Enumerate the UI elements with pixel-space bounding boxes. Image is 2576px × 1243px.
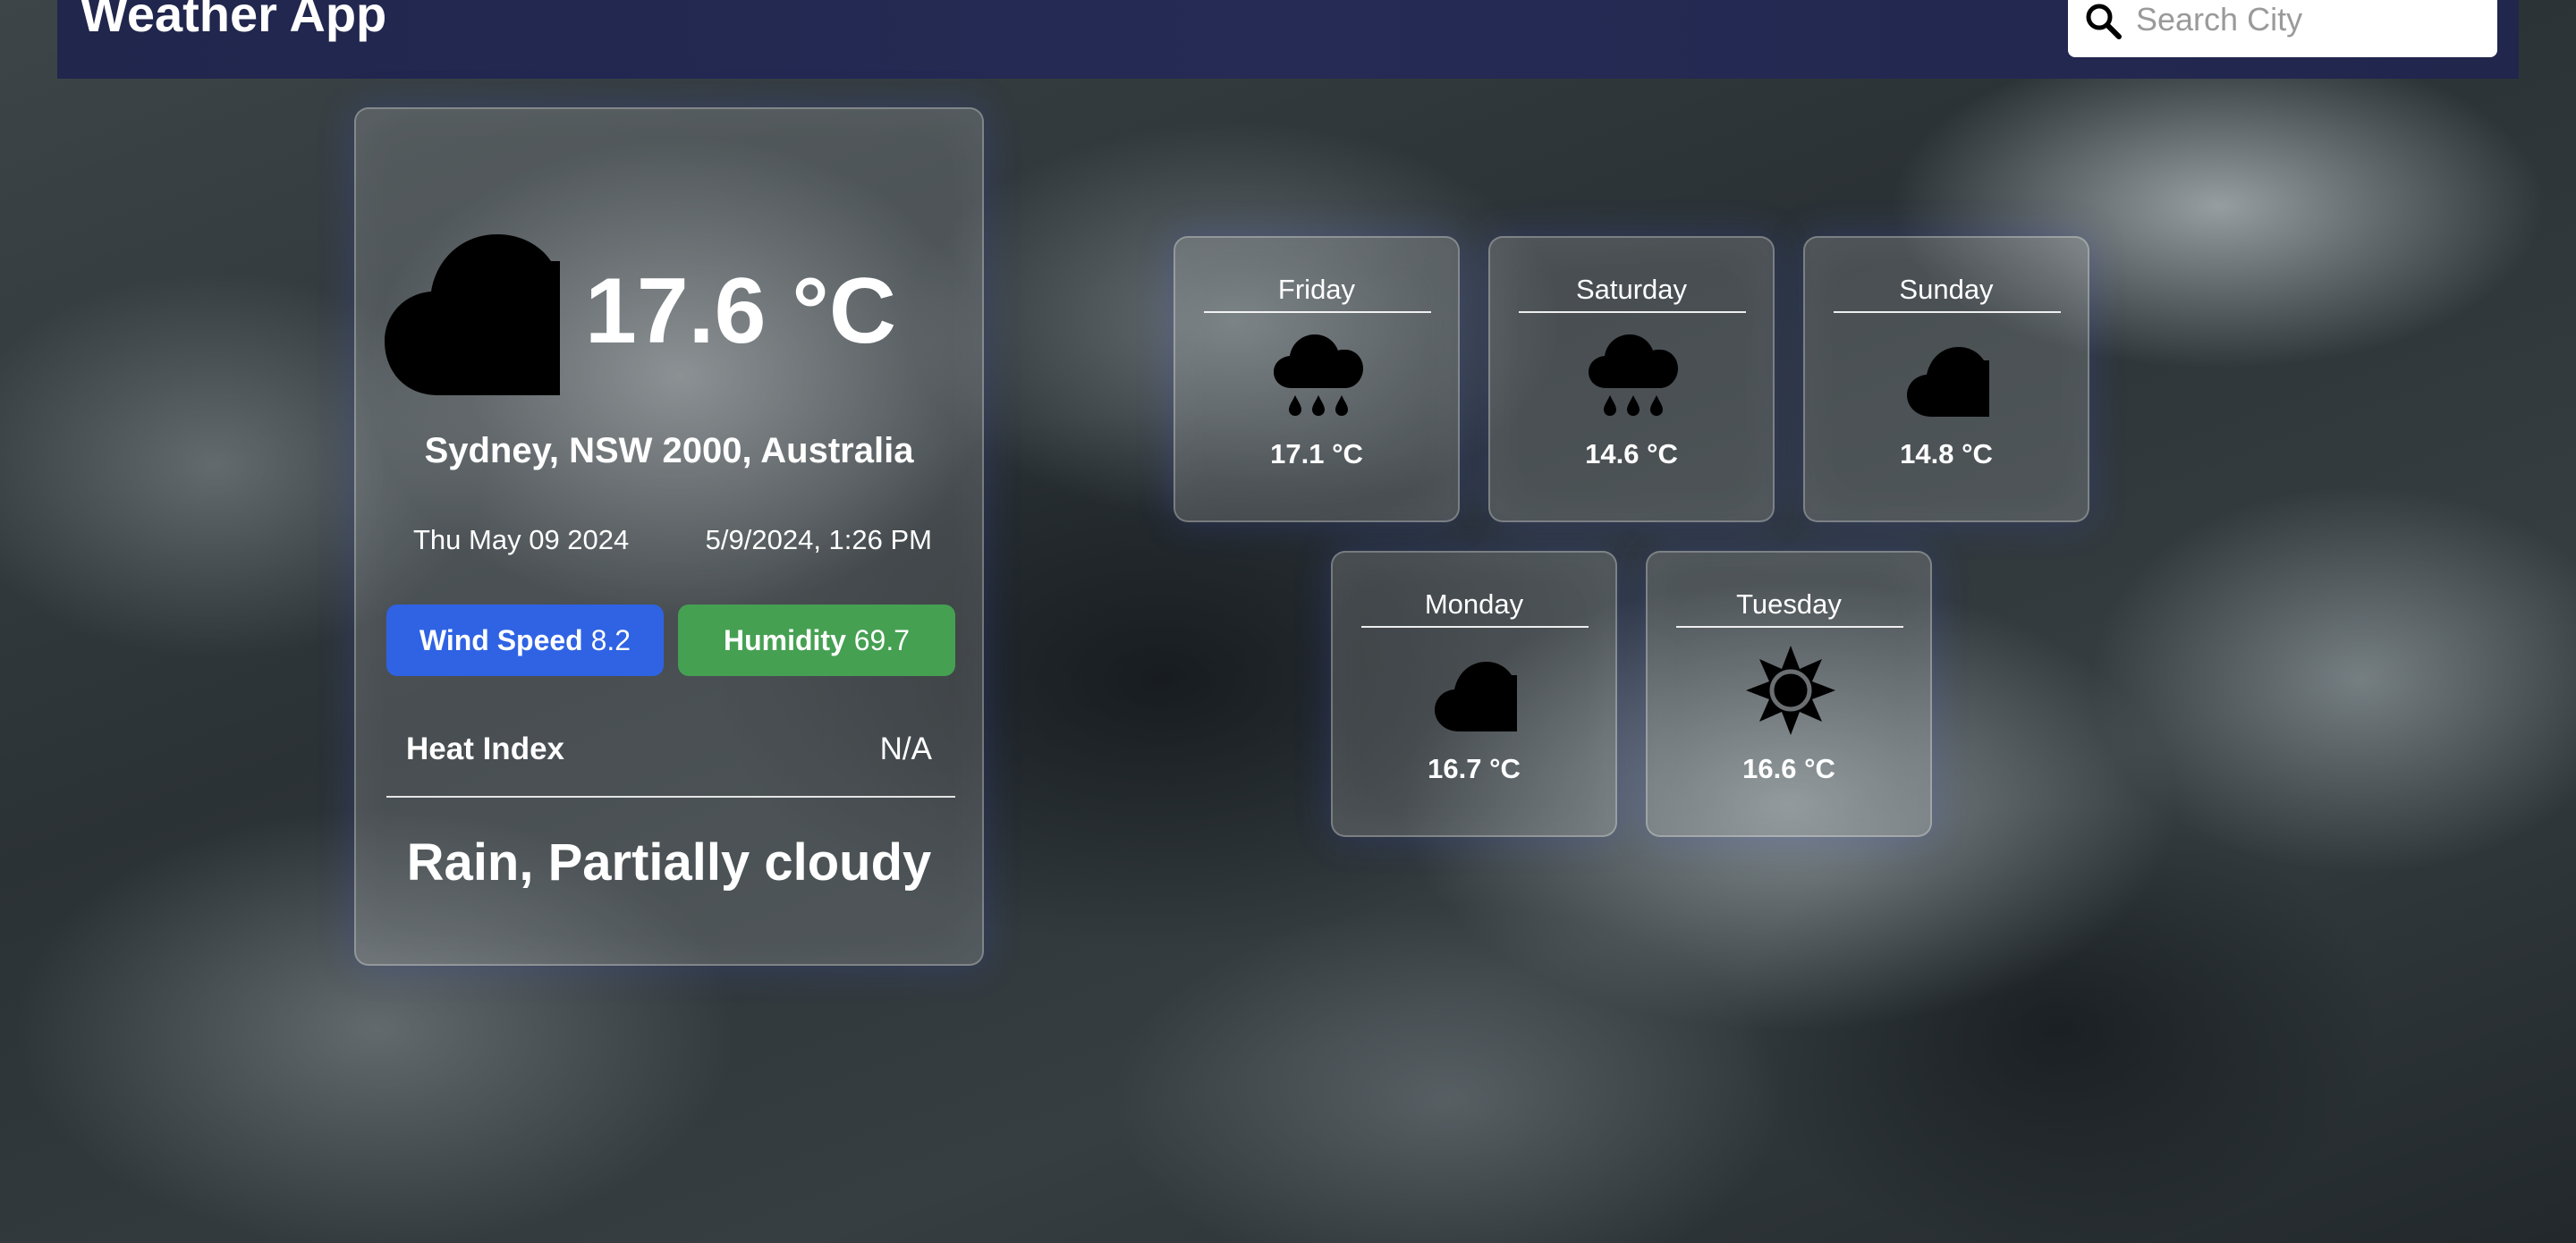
location-label: Sydney, NSW 2000, Australia — [424, 431, 914, 470]
forecast-temperature: 17.1 °C — [1270, 438, 1363, 469]
cloud-icon — [1435, 662, 1517, 731]
forecast-card-saturday: Saturday 14.6 °C — [1488, 236, 1775, 522]
forecast-temperature: 14.8 °C — [1900, 438, 1993, 469]
search-box[interactable] — [2068, 0, 2497, 57]
current-temperature: 17.6 °C — [585, 259, 897, 363]
conditions-label: Rain, Partially cloudy — [406, 833, 932, 892]
forecast-divider — [1676, 626, 1903, 628]
forecast-divider — [1361, 626, 1589, 628]
current-weather-card: 17.6 °C Sydney, NSW 2000, Australia Thu … — [354, 107, 984, 966]
forecast-day: Tuesday — [1736, 588, 1842, 620]
wind-speed-value: 8.2 — [590, 624, 631, 656]
wind-speed-label: Wind Speed — [419, 624, 583, 656]
humidity-value: 69.7 — [853, 624, 911, 656]
forecast-day: Saturday — [1575, 274, 1688, 305]
rain-cloud-icon — [1589, 334, 1678, 416]
current-datetime: 5/9/2024, 1:26 PM — [705, 524, 932, 555]
heat-index-label: Heat Index — [406, 731, 564, 766]
humidity-badge: Humidity 69.7 — [678, 605, 955, 676]
app-title: Weather App — [80, 0, 387, 42]
forecast-card-monday: Monday 16.7 °C — [1331, 551, 1617, 837]
forecast-temperature: 16.6 °C — [1742, 753, 1835, 784]
cloud-icon — [385, 234, 560, 395]
forecast-card-friday: Friday 17.1 °C — [1174, 236, 1460, 522]
humidity-label: Humidity — [723, 624, 846, 656]
sun-icon — [1746, 646, 1835, 735]
search-input[interactable] — [2136, 0, 2476, 39]
forecast-divider — [1204, 311, 1431, 313]
forecast-divider — [1834, 311, 2061, 313]
forecast-card-tuesday: Tuesday 16.6 °C — [1646, 551, 1932, 837]
wind-speed-badge: Wind Speed 8.2 — [386, 605, 664, 676]
forecast-temperature: 16.7 °C — [1428, 753, 1521, 784]
forecast-divider — [1519, 311, 1746, 313]
rain-cloud-icon — [1274, 334, 1363, 416]
forecast-day: Monday — [1424, 588, 1524, 620]
current-date: Thu May 09 2024 — [413, 524, 630, 555]
app-header: Weather App — [57, 0, 2519, 79]
forecast-day: Friday — [1277, 274, 1356, 305]
forecast-card-sunday: Sunday 14.8 °C — [1803, 236, 2089, 522]
heat-index-value: N/A — [879, 731, 932, 766]
search-icon[interactable] — [2082, 0, 2125, 43]
forecast-day: Sunday — [1899, 274, 1994, 305]
forecast-temperature: 14.6 °C — [1585, 438, 1678, 469]
divider — [386, 796, 955, 798]
cloud-icon — [1907, 347, 1989, 417]
